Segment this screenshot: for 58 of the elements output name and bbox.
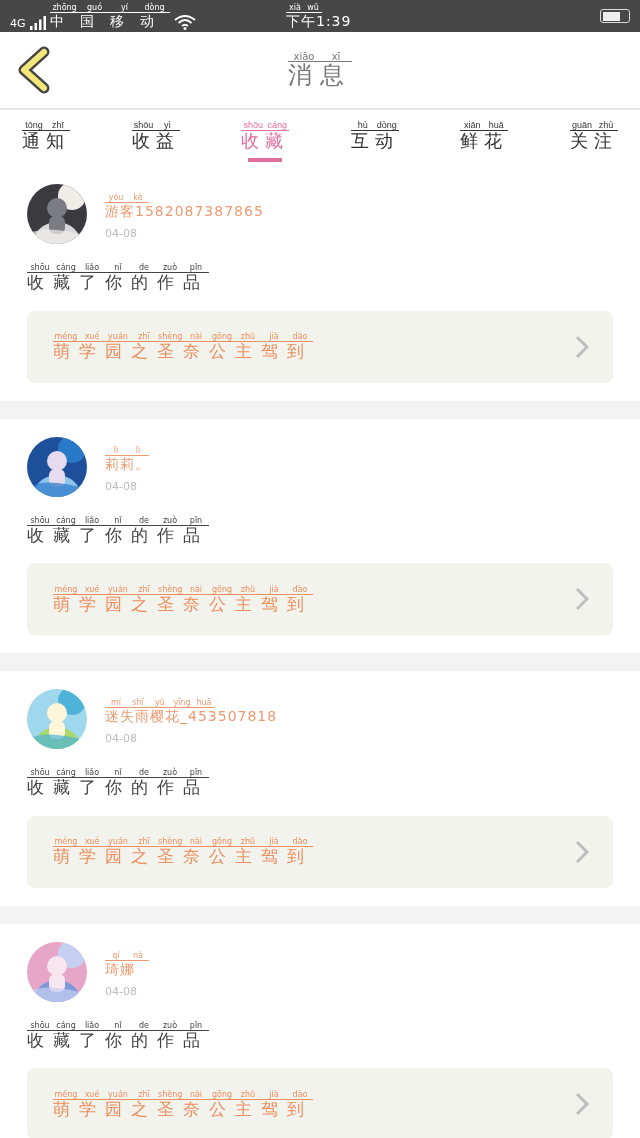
action-pinyin: shōu cáng liǎo nǐ de zuò pǐn <box>27 767 613 779</box>
work-link[interactable]: méng xué yuán zhī shèng nài gōng zhǔ jià dào 萌学园之圣奈公主驾到 <box>27 310 613 383</box>
tab-pinyin: guān zhù <box>569 120 618 131</box>
tab[interactable]: hù dòng 互动 <box>350 110 399 166</box>
tab[interactable]: shōu yì 收益 <box>131 110 180 166</box>
work-title: 萌学园之圣奈公主驾到 <box>53 594 313 615</box>
action-text: 收藏了你的作品 <box>27 778 210 798</box>
message-date: 04-08 <box>105 732 138 746</box>
time-pinyin: xià wǔ <box>286 2 352 13</box>
tab[interactable]: guān zhù 关注 <box>569 110 618 166</box>
action-pinyin: shōu cáng liǎo nǐ de zuò pǐn <box>27 1019 613 1031</box>
name-pinyin: qí nà <box>105 949 149 961</box>
work-pinyin: méng xué yuán zhī shèng nài gōng zhǔ jià dào <box>53 331 313 343</box>
name-pinyin: mí shī yǔ yīng huā <box>105 697 278 709</box>
work-pinyin: méng xué yuán zhī shèng nài gōng zhǔ jià dào <box>53 583 313 595</box>
chevron-right-icon <box>575 839 589 864</box>
work-link[interactable]: méng xué yuán zhī shèng nài gōng zhǔ jià dào 萌学园之圣奈公主驾到 <box>27 1068 613 1138</box>
user-name[interactable]: 迷失雨樱花_453507818 <box>105 708 278 725</box>
tab-pinyin: shōu cáng <box>241 120 290 131</box>
work-link[interactable]: méng xué yuán zhī shèng nài gōng zhǔ jià dào 萌学园之圣奈公主驾到 <box>27 815 613 888</box>
status-time: 下午1:39 <box>286 13 352 30</box>
user-name[interactable]: 琦娜 <box>105 960 149 977</box>
carrier-pinyin: zhōng guó yí dòng <box>49 2 170 14</box>
tab-pinyin: shōu yì <box>131 120 180 131</box>
message-date: 04-08 <box>105 984 138 998</box>
action-text: 收藏了你的作品 <box>27 273 210 293</box>
user-name[interactable]: 游客1582087387865 <box>105 203 264 220</box>
chevron-right-icon <box>575 334 589 359</box>
tab[interactable]: tōng zhī 通知 <box>22 110 70 166</box>
user-name[interactable]: 莉莉。 <box>105 455 150 472</box>
action-text: 收藏了你的作品 <box>27 525 210 546</box>
name-pinyin: lì lì <box>105 444 150 456</box>
message-date: 04-08 <box>105 479 138 493</box>
name-pinyin: yóu kè <box>105 192 264 203</box>
work-title: 萌学园之圣奈公主驾到 <box>53 847 313 867</box>
chevron-right-icon <box>575 587 589 612</box>
tab[interactable]: xiān huā 鲜花 <box>460 110 509 166</box>
chevron-right-icon <box>575 1092 589 1117</box>
signal-icon <box>29 15 46 30</box>
work-title: 萌学园之圣奈公主驾到 <box>53 342 313 362</box>
tab-pinyin: xiān huā <box>460 120 509 131</box>
page-title: 消息 <box>288 61 352 90</box>
work-title: 萌学园之圣奈公主驾到 <box>53 1099 313 1120</box>
tab-pinyin: tōng zhī <box>22 120 70 131</box>
action-pinyin: shōu cáng liǎo nǐ de zuò pǐn <box>27 514 613 526</box>
work-pinyin: méng xué yuán zhī shèng nài gōng zhǔ jià dào <box>53 836 313 848</box>
carrier-name: 中国移动 <box>49 13 170 30</box>
work-link[interactable]: méng xué yuán zhī shèng nài gōng zhǔ jià dào 萌学园之圣奈公主驾到 <box>27 563 613 636</box>
wifi-icon <box>173 13 196 30</box>
tab-pinyin: hù dòng <box>350 120 399 131</box>
battery-icon <box>600 9 630 23</box>
network-type: 4G <box>10 16 26 30</box>
message-date: 04-08 <box>105 227 138 241</box>
work-pinyin: méng xué yuán zhī shèng nài gōng zhǔ jià dào <box>53 1088 313 1100</box>
title-pinyin: xiāo xī <box>288 50 352 62</box>
action-pinyin: shōu cáng liǎo nǐ de zuò pǐn <box>27 262 613 273</box>
tab[interactable]: shōu cáng 收藏 <box>241 110 290 166</box>
action-text: 收藏了你的作品 <box>27 1030 210 1051</box>
